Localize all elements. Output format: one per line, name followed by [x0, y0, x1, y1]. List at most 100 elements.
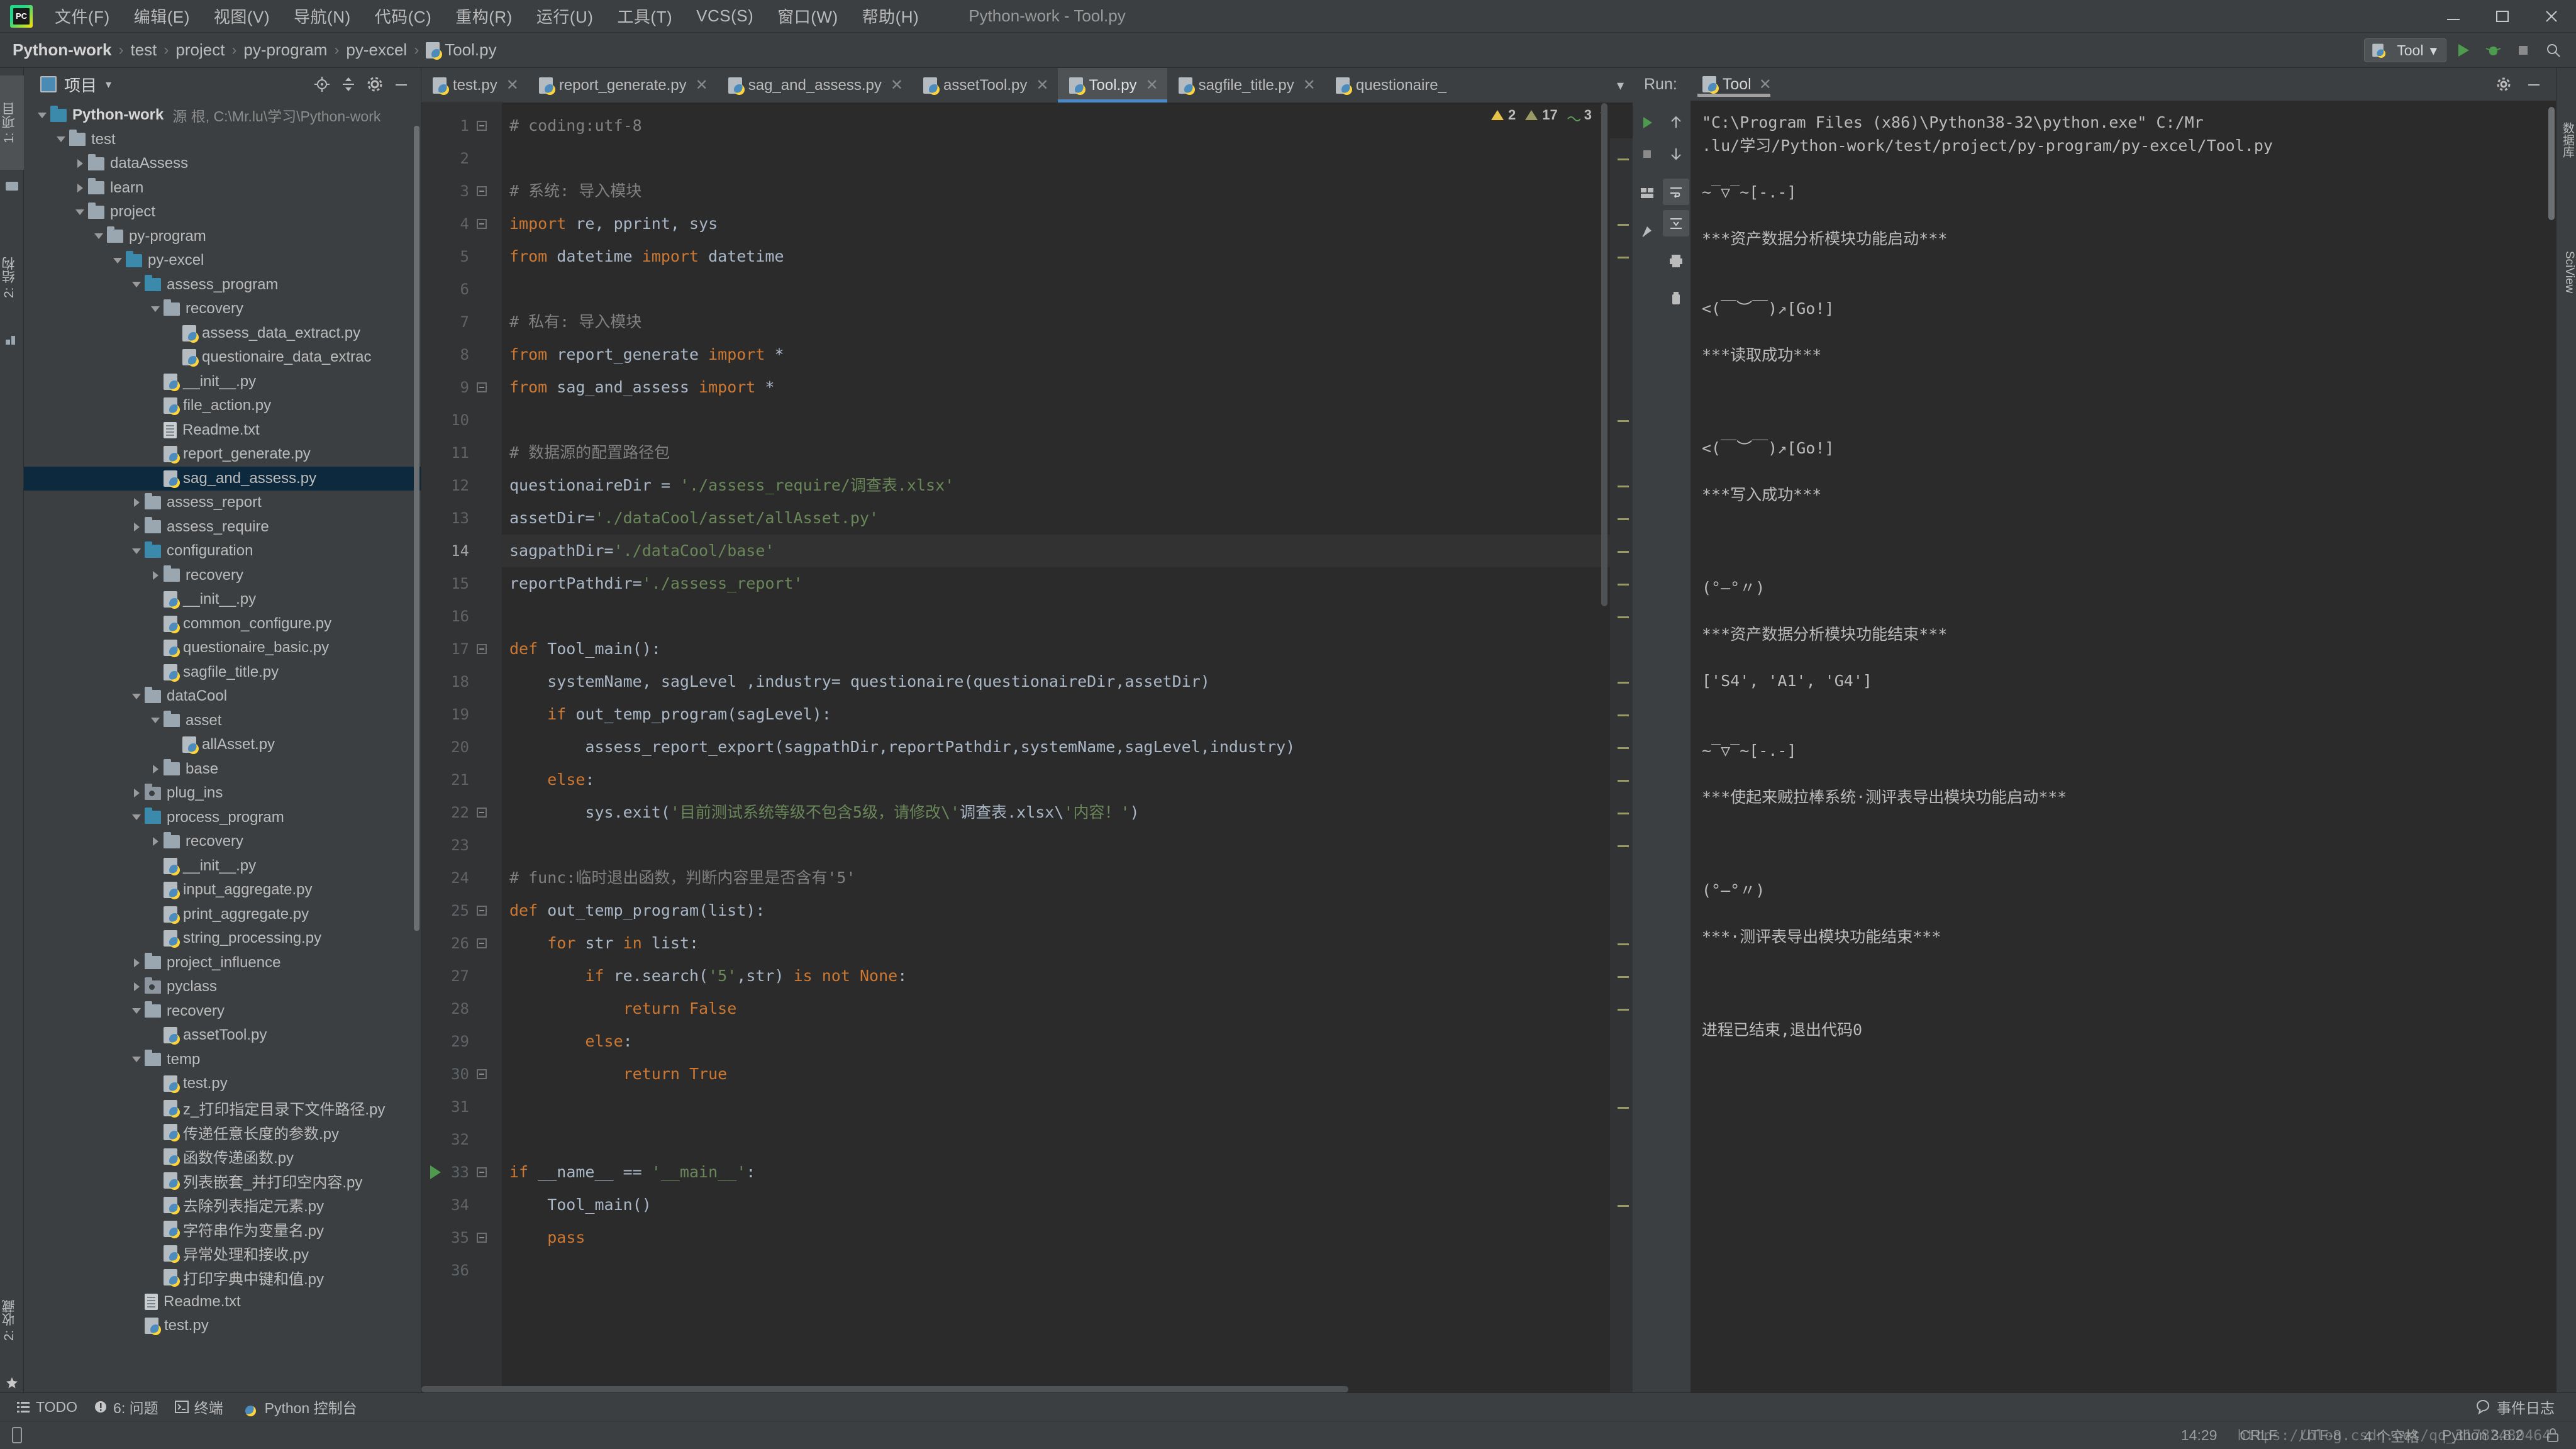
tool-button-terminal[interactable]: 终端	[174, 1396, 223, 1418]
code-line[interactable]: sagpathDir='./dataCool/base'	[509, 535, 774, 567]
inspection-marker[interactable]	[1618, 780, 1629, 782]
code-line[interactable]: questionaireDir = './assess_require/调查表.…	[509, 469, 954, 502]
close-icon[interactable]: ✕	[696, 76, 708, 94]
sidebar-item-favorites[interactable]: 2: 收藏	[0, 1267, 24, 1374]
tree-node-temp[interactable]: temp	[24, 1048, 421, 1072]
stop-icon[interactable]	[2509, 38, 2537, 62]
tree-node-test-py[interactable]: test.py	[24, 1072, 421, 1096]
tree-node-sag_and_assess-py[interactable]: sag_and_assess.py	[24, 466, 421, 491]
tree-node-去除列表指定元素-py[interactable]: 去除列表指定元素.py	[24, 1193, 421, 1218]
tree-node-py-excel[interactable]: py-excel	[24, 248, 421, 273]
chevron-down-icon[interactable]	[128, 999, 145, 1023]
run-configuration-selector[interactable]: Tool ▾	[2364, 38, 2446, 62]
tree-node-readme-txt[interactable]: Readme.txt	[24, 1290, 421, 1314]
settings-icon[interactable]	[2490, 71, 2517, 97]
tree-node-pyclass[interactable]: pyclass	[24, 975, 421, 999]
code-line[interactable]: from sag_and_assess import *	[509, 371, 774, 404]
tree-node-z_打印指定目录下文件路径-py[interactable]: z_打印指定目录下文件路径.py	[24, 1096, 421, 1121]
tree-node-打印字典中键和值-py[interactable]: 打印字典中键和值.py	[24, 1265, 421, 1290]
inspection-marker[interactable]	[1618, 1205, 1629, 1207]
chevron-right-icon[interactable]	[147, 830, 164, 853]
scroll-down-icon[interactable]	[1663, 141, 1689, 167]
menu-item-help[interactable]: 帮助(H)	[850, 4, 931, 28]
tree-node-project_influence[interactable]: project_influence	[24, 951, 421, 975]
tree-node-传递任意长度的参数-py[interactable]: 传递任意长度的参数.py	[24, 1120, 421, 1145]
tree-node-datacool[interactable]: dataCool	[24, 684, 421, 709]
project-tree-scrollbar[interactable]	[414, 126, 419, 931]
breadcrumb-item-test[interactable]: test	[130, 40, 157, 60]
tree-node-file_action-py[interactable]: file_action.py	[24, 394, 421, 418]
code-line[interactable]: # 系统: 导入模块	[509, 175, 641, 208]
tree-node-plug_ins[interactable]: plug_ins	[24, 781, 421, 806]
code-fold-toggle[interactable]	[475, 218, 488, 230]
settings-icon[interactable]	[363, 72, 387, 96]
menu-item-window[interactable]: 窗口(W)	[765, 4, 850, 28]
code-fold-toggle[interactable]	[475, 1231, 488, 1244]
editor-gutter[interactable]: 1 2 3 4 5 6 7 8 9 10 11 12 13 14 15 16 17 18 19 20 21 22 23 24 2…	[421, 103, 502, 1392]
breadcrumb-item-tool-py[interactable]: Tool.py	[445, 40, 496, 60]
inspection-marker[interactable]	[1618, 747, 1629, 749]
tree-node-configuration[interactable]: configuration	[24, 539, 421, 564]
tree-node-recovery[interactable]: recovery	[24, 297, 421, 321]
tree-node-recovery[interactable]: recovery	[24, 999, 421, 1024]
tree-node-test[interactable]: test	[24, 128, 421, 152]
tree-node-project[interactable]: project	[24, 200, 421, 225]
run-icon[interactable]	[1634, 109, 1660, 136]
tab-overflow-chevron-icon[interactable]: ▾	[1608, 68, 1633, 103]
close-icon[interactable]: ✕	[1303, 76, 1316, 94]
editor-tab-sag_and_assess-py[interactable]: sag_and_assess.py ✕	[717, 68, 912, 103]
code-line[interactable]: else:	[509, 1025, 632, 1058]
soft-wrap-icon[interactable]	[1663, 179, 1689, 205]
chevron-down-icon[interactable]	[147, 297, 164, 321]
sidebar-item-project[interactable]: 1: 项目	[0, 75, 24, 170]
inspection-marker[interactable]	[1618, 616, 1629, 618]
code-line[interactable]: reportPathdir='./assess_report'	[509, 567, 803, 600]
tree-node-assettool-py[interactable]: assetTool.py	[24, 1023, 421, 1048]
chevron-down-icon[interactable]	[128, 539, 145, 563]
inspection-marker[interactable]	[1618, 257, 1629, 258]
code-line[interactable]: assetDir='./dataCool/asset/allAsset.py'	[509, 502, 879, 535]
stop-icon[interactable]	[1634, 141, 1660, 167]
code-line[interactable]: systemName, sagLevel ,industry= question…	[509, 665, 1210, 698]
editor-tab-assettool-py[interactable]: assetTool.py ✕	[912, 68, 1058, 103]
chevron-down-icon[interactable]	[53, 128, 69, 152]
code-line[interactable]: from report_generate import *	[509, 338, 784, 371]
tree-node-questionaire_basic-py[interactable]: questionaire_basic.py	[24, 636, 421, 660]
code-fold-toggle[interactable]	[475, 1166, 488, 1179]
tree-node-string_processing-py[interactable]: string_processing.py	[24, 926, 421, 951]
tree-node-列表嵌套_并打印空内容-py[interactable]: 列表嵌套_并打印空内容.py	[24, 1169, 421, 1193]
menu-item-file[interactable]: 文件(F)	[43, 4, 122, 28]
code-line[interactable]: sys.exit('目前测试系统等级不包含5级，请修改\'调查表.xlsx\'内…	[509, 796, 1139, 829]
console-scrollbar[interactable]	[2548, 107, 2555, 220]
close-icon[interactable]: ✕	[506, 76, 519, 94]
line-separator[interactable]: CRLF	[2240, 1427, 2277, 1444]
tree-node-base[interactable]: base	[24, 757, 421, 782]
sidebar-item-database[interactable]: 数据库	[2556, 77, 2576, 203]
code-fold-toggle[interactable]	[475, 1068, 488, 1080]
indent-setting[interactable]: 4 个空格	[2364, 1424, 2419, 1446]
chevron-down-icon[interactable]	[128, 1048, 145, 1072]
chevron-down-icon[interactable]: ▾	[106, 78, 111, 91]
code-line[interactable]: if re.search('5',str) is not None:	[509, 960, 907, 992]
code-line[interactable]: for str in list:	[509, 927, 699, 960]
menu-item-view[interactable]: 视图(V)	[202, 4, 282, 28]
close-icon[interactable]: ✕	[1146, 76, 1158, 94]
tree-node-input_aggregate-py[interactable]: input_aggregate.py	[24, 878, 421, 902]
inspection-marker[interactable]	[1618, 518, 1629, 520]
code-line[interactable]: # 私有: 导入模块	[509, 306, 641, 338]
tree-node-assess_program[interactable]: assess_program	[24, 273, 421, 297]
editor-marker-rail[interactable]	[1610, 138, 1633, 1392]
chevron-down-icon[interactable]	[128, 273, 145, 297]
tree-node-allasset-py[interactable]: allAsset.py	[24, 733, 421, 757]
tree-node-异常处理和接收-py[interactable]: 异常处理和接收.py	[24, 1241, 421, 1266]
chevron-down-icon[interactable]	[128, 684, 145, 708]
tree-node-python-work[interactable]: Python-work 源 根, C:\Mr.lu\学习\Python-work	[24, 103, 421, 128]
project-tree[interactable]: Python-work 源 根, C:\Mr.lu\学习\Python-work t…	[24, 101, 421, 1392]
tree-node-common_configure-py[interactable]: common_configure.py	[24, 612, 421, 636]
chevron-right-icon[interactable]	[128, 951, 145, 975]
menu-item-run[interactable]: 运行(U)	[525, 4, 606, 28]
close-icon[interactable]: ✕	[1036, 76, 1048, 94]
scroll-up-icon[interactable]	[1663, 109, 1689, 136]
chevron-right-icon[interactable]	[128, 975, 145, 999]
run-tab-tool[interactable]: Tool ✕	[1696, 68, 1778, 101]
